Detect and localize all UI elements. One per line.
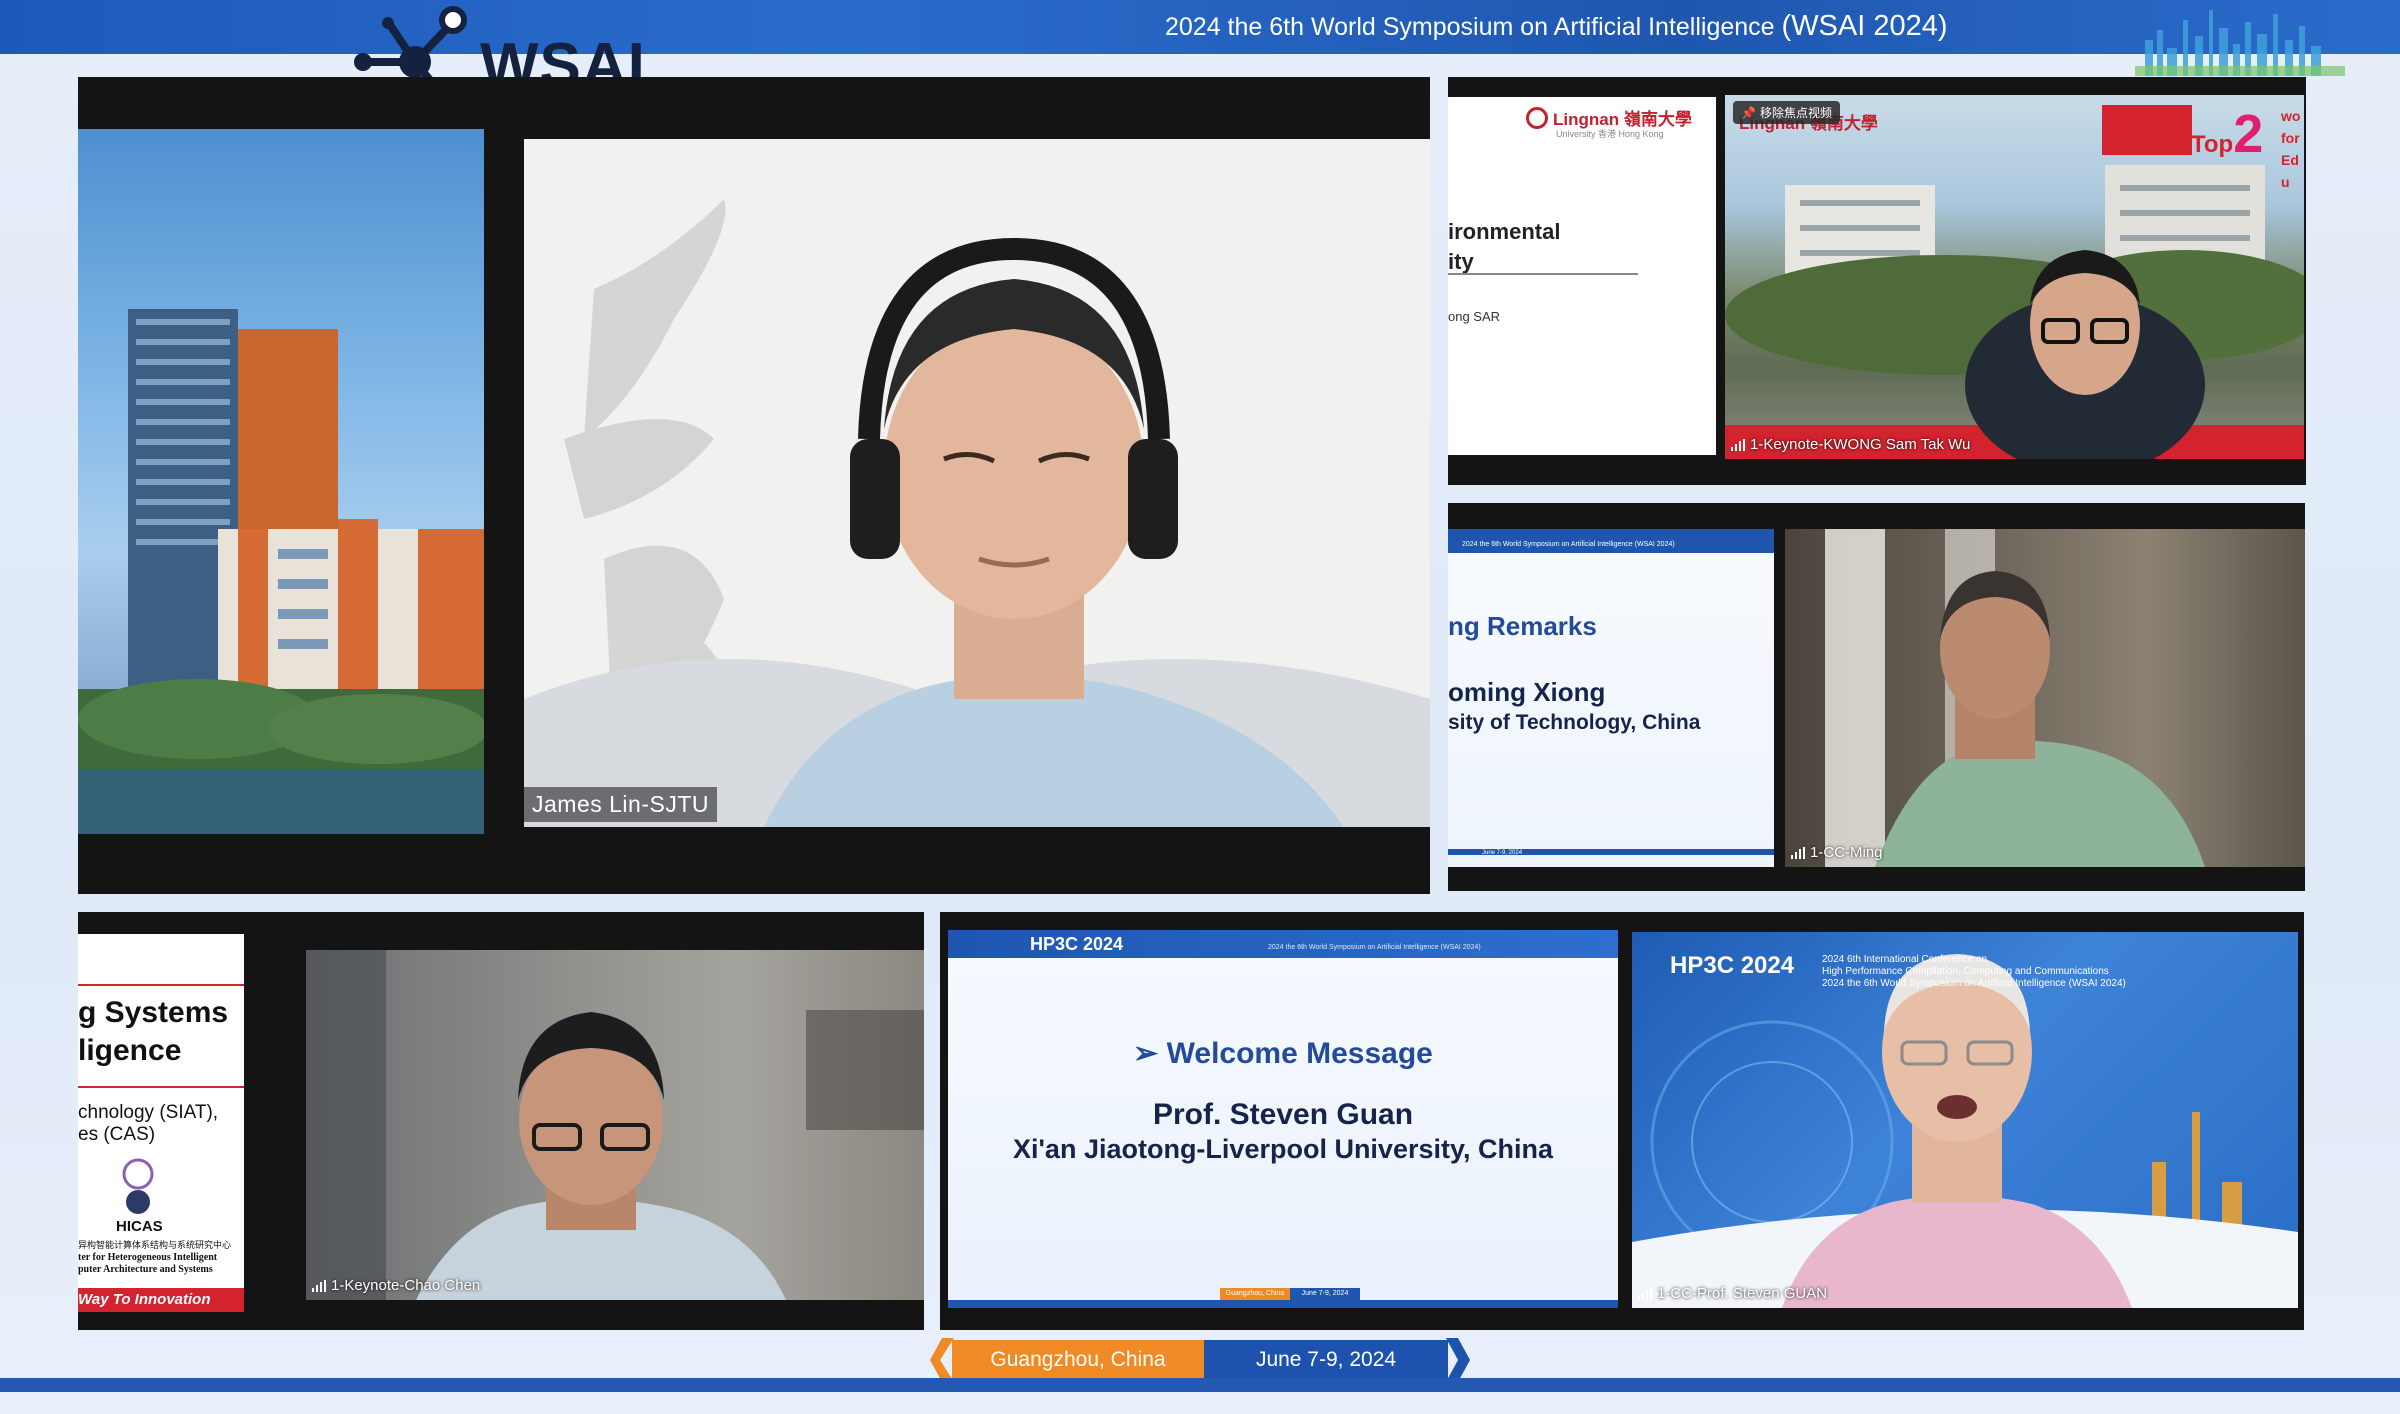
lingnan-logo-icon: [1526, 106, 1548, 129]
kwong-slide: Lingnan 嶺南大學 University 香港 Hong Kong iro…: [1448, 97, 1716, 455]
hicas-label: HICAS: [116, 1218, 163, 1235]
guan-slide-footer-bar: [948, 1300, 1618, 1308]
guan-slide-name: Prof. Steven Guan: [1152, 1098, 1414, 1131]
kwong-slide-title: ironmental ity: [1448, 219, 1561, 274]
remove-spotlight-button[interactable]: 📌 移除焦点视频: [1733, 101, 1840, 124]
kwong-slide-divider: [1448, 273, 1638, 275]
hicas-en: ter for Heterogeneous Intelligent puter …: [78, 1252, 218, 1275]
kwong-video: Lingnan 嶺南大學 📌移除焦点视频 Top2 wo for Edu 1-K…: [1725, 95, 2304, 459]
kwong-side-text: wo for Edu: [2281, 108, 2301, 190]
signal-icon: [1638, 1287, 1652, 1300]
kwong-name-tag: 1-Keynote-KWONG Sam Tak Wu: [1731, 436, 1970, 453]
building-background: [78, 129, 484, 834]
signal-icon: [312, 1279, 326, 1292]
guan-video: HP3C 2024 2024 6th International Confere…: [1632, 932, 2298, 1308]
ming-name-tag: 1-CC-Ming: [1791, 844, 1883, 861]
pin-icon: 📌: [1741, 105, 1756, 120]
footer-location: Guangzhou, China: [952, 1340, 1204, 1380]
guan-panel: HP3C 2024 2024 the 6th World Symposium o…: [940, 912, 2304, 1330]
building-photo: [78, 309, 484, 834]
banner-right-arrow: [1446, 1338, 1470, 1382]
skyline-graphic: [2135, 10, 2345, 76]
guan-slide-affil: Xi'an Jiaotong-Liverpool University, Chi…: [1013, 1134, 1553, 1164]
main-speaker-feed: [524, 199, 1430, 827]
chao-slide-topline: [78, 984, 244, 986]
guan-slide-footer-loc: Guangzhou, China: [1220, 1288, 1290, 1300]
guan-slide-header-text: 2024 the 6th World Symposium on Artifici…: [1268, 944, 1481, 951]
main-video-panel: James Lin-SJTU: [78, 77, 1430, 894]
guan-slide-footer-date: June 7-9, 2024: [1290, 1288, 1360, 1300]
hicas-cn: 异构智能计算体系结构与系统研究中心: [78, 1240, 232, 1250]
lingnan-logo-sub: University 香港 Hong Kong: [1556, 129, 1664, 139]
guan-slide-title: ➢ Welcome Message: [1133, 1037, 1433, 1070]
chao-slide-divider: [78, 1086, 244, 1088]
footer-date: June 7-9, 2024: [1204, 1340, 1448, 1380]
chao-slide-title: g Systems ligence: [78, 996, 229, 1067]
banner-left-arrow: [930, 1338, 954, 1382]
guan-slide-badge: HP3C 2024: [1030, 934, 1124, 954]
event-title: 2024 the 6th World Symposium on Artifici…: [1165, 10, 1948, 42]
guan-slide: HP3C 2024 2024 the 6th World Symposium o…: [948, 930, 1618, 1308]
chao-slide-affil: chnology (SIAT), es (CAS): [78, 1102, 219, 1145]
hicas-logo-icon: [122, 1158, 154, 1214]
ming-feed: [1825, 529, 2205, 867]
guan-hp3c-badge: HP3C 2024: [1670, 952, 1795, 979]
chao-slide: g Systems ligence chnology (SIAT), es (C…: [78, 934, 244, 1312]
chao-panel: g Systems ligence chnology (SIAT), es (C…: [78, 912, 924, 1330]
kwong-panel: Lingnan 嶺南大學 University 香港 Hong Kong iro…: [1448, 77, 2306, 485]
ming-slide-affil: sity of Technology, China: [1448, 711, 1701, 734]
footer-strip: [0, 1378, 2400, 1392]
main-speaker-video: [524, 139, 1430, 827]
ming-slide: 2024 the 6th World Symposium on Artifici…: [1448, 529, 1774, 867]
guan-name-tag: 1-CC-Prof. Steven GUAN: [1638, 1285, 1827, 1302]
chao-name-tag: 1-Keynote-Chao Chen: [312, 1277, 480, 1294]
chao-slide-footer: Way To Innovation: [78, 1288, 244, 1312]
main-speaker-name: James Lin-SJTU: [524, 787, 717, 822]
kwong-slide-location: ong SAR: [1448, 309, 1501, 324]
ming-slide-title: ng Remarks: [1448, 611, 1597, 641]
signal-icon: [1791, 846, 1805, 859]
chao-video: 1-Keynote-Chao Chen: [306, 950, 924, 1300]
ming-slide-name: oming Xiong: [1448, 677, 1606, 707]
signal-icon: [1731, 438, 1745, 451]
ming-panel: 2024 the 6th World Symposium on Artifici…: [1448, 503, 2305, 891]
chao-feed: [306, 950, 924, 1300]
ming-slide-header-text: 2024 the 6th World Symposium on Artifici…: [1462, 541, 1675, 548]
guan-hp3c-sub: 2024 6th International Conference on Hig…: [1822, 954, 2126, 989]
top2-badge: Top2: [2191, 104, 2264, 164]
ming-video: 1-CC-Ming: [1785, 529, 2305, 867]
ming-slide-footer-date: June 7-9, 2024: [1482, 850, 1523, 856]
